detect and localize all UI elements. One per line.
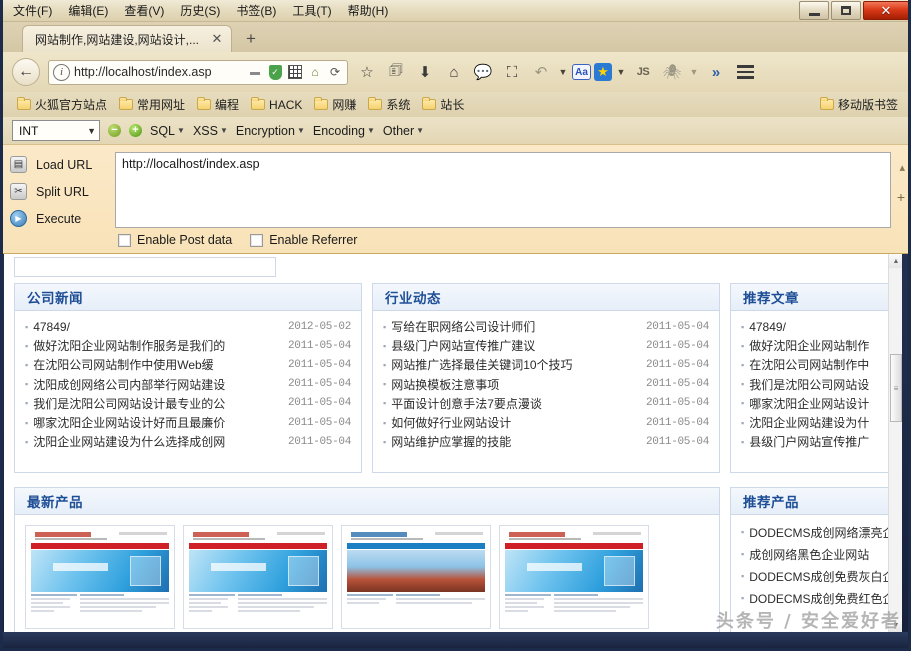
browser-window: 文件(F) 编辑(E) 查看(V) 历史(S) 书签(B) 工具(T) 帮助(H… — [0, 0, 911, 651]
window-border — [0, 0, 911, 651]
